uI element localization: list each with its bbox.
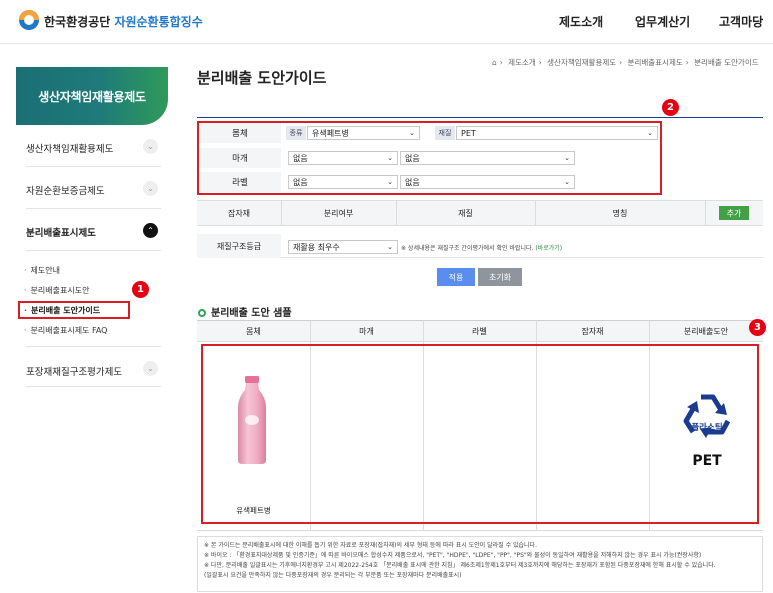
circle-bullet-icon xyxy=(198,309,206,317)
sidebar-item-deposit[interactable]: 자원순환보증금제도 xyxy=(26,183,105,197)
breadcrumb-item[interactable]: 분리배출 도안가이드 xyxy=(694,58,758,67)
sidebar-sub-design[interactable]: 분리배출표시도안 xyxy=(24,285,90,296)
note-line: (일괄표시 요건을 만족하지 않는 다중포장재의 경우 분리되는 각 부분품 또… xyxy=(204,572,462,579)
brand-main: 한국환경공단 xyxy=(44,15,111,29)
chevron-down-icon[interactable]: ⌄ xyxy=(143,139,158,154)
sample-col-cap: 마개 xyxy=(359,326,374,336)
attach-col-separation: 분리여부 xyxy=(323,208,354,218)
sample-section-title: 분리배출 도안 샘플 xyxy=(198,304,292,319)
divider xyxy=(26,386,161,387)
sidebar-item-separation[interactable]: 분리배출표시제도 xyxy=(26,225,96,239)
highlight-box-2 xyxy=(197,121,662,195)
breadcrumb: ⌂ › 제도소개 › 생산자책임재활용제도 › 분리배출표시제도 › 분리배출 도안가이… xyxy=(492,58,759,67)
grade-note-text: ※ 상세내용은 재질구조 간이평가에서 확인 바랍니다. xyxy=(401,245,534,252)
highlight-box-1 xyxy=(18,301,130,319)
attach-col-material: 재질 xyxy=(458,208,473,218)
apply-button[interactable]: 적용 xyxy=(437,268,475,286)
grade-label: 재질구조등급 xyxy=(197,234,281,258)
divider xyxy=(26,166,161,167)
nav-system-intro[interactable]: 제도소개 xyxy=(559,13,603,30)
sidebar-title: 생산자책임재활용제도 xyxy=(16,67,168,125)
breadcrumb-item[interactable]: 생산자책임재활용제도 xyxy=(547,58,616,67)
table-bottom-line xyxy=(197,530,763,531)
add-button[interactable]: 추가 xyxy=(719,206,749,220)
highlight-box-3 xyxy=(201,344,759,524)
chevron-down-icon: ⌄ xyxy=(387,243,393,251)
chevron-down-icon[interactable]: ⌄ xyxy=(143,361,158,376)
select-value: 재활용 최우수 xyxy=(293,242,340,252)
page-title: 분리배출 도안가이드 xyxy=(197,69,327,87)
sample-col-label: 라벨 xyxy=(472,326,487,336)
sample-col-body: 몸체 xyxy=(246,326,261,336)
title-divider xyxy=(197,117,763,118)
notes-box: ※ 본 가이드는 분리배출표시에 대한 이해를 돕기 위한 자료로 포장재(잡자… xyxy=(197,536,763,592)
divider xyxy=(26,250,161,251)
step-badge-3: 3 xyxy=(749,319,766,336)
note-line: ※ 본 가이드는 분리배출표시에 대한 이해를 돕기 위한 자료로 포장재(잡자… xyxy=(204,542,537,549)
sample-col-attachment: 잡자재 xyxy=(581,326,604,336)
sidebar-sub-intro[interactable]: 제도안내 xyxy=(24,265,60,276)
divider xyxy=(26,346,161,347)
sidebar-item-epr[interactable]: 생산자책임재활용제도 xyxy=(26,141,113,155)
nav-customer[interactable]: 고객마당 xyxy=(719,13,763,30)
attach-col-item: 잡자재 xyxy=(227,208,251,218)
col-divider xyxy=(705,200,706,226)
nav-calculator[interactable]: 업무계산기 xyxy=(635,13,690,30)
shortcut-link[interactable]: (바로가기) xyxy=(535,245,562,252)
attach-col-name: 명칭 xyxy=(612,208,628,218)
sidebar-item-structure[interactable]: 포장재재질구조평가제도 xyxy=(26,364,122,378)
home-icon[interactable]: ⌂ xyxy=(492,58,497,67)
breadcrumb-item[interactable]: 분리배출표시제도 xyxy=(628,58,683,67)
sample-title-text: 분리배출 도안 샘플 xyxy=(211,308,292,319)
brand-title[interactable]: 한국환경공단 자원순환통합징수 xyxy=(44,13,203,30)
chevron-up-icon[interactable]: ⌃ xyxy=(143,223,158,238)
brand-sub: 자원순환통합징수 xyxy=(114,15,203,29)
chevron-down-icon[interactable]: ⌄ xyxy=(143,181,158,196)
step-badge-1: 1 xyxy=(132,281,149,298)
grade-select[interactable]: 재활용 최우수 ⌄ xyxy=(288,240,398,254)
step-badge-2: 2 xyxy=(662,99,679,116)
note-line: ※ 바이오 : 「환경표지대상제품 및 인증기준」에 따른 바이오매스 합성수지… xyxy=(204,552,702,559)
sidebar-sub-faq[interactable]: 분리배출표시제도 FAQ xyxy=(24,325,108,336)
breadcrumb-item[interactable]: 제도소개 xyxy=(508,58,536,67)
divider xyxy=(26,208,161,209)
keco-logo-icon[interactable] xyxy=(18,9,40,31)
grade-note: ※ 상세내용은 재질구조 간이평가에서 확인 바랍니다. (바로가기) xyxy=(401,243,562,252)
reset-button[interactable]: 초기화 xyxy=(478,268,522,286)
note-line: ※ 다만, 분리배출 일괄표시는 기후에너지환경부 고시 제2022-254호 … xyxy=(204,562,716,569)
sample-col-mark: 분리배출도안 xyxy=(683,326,729,336)
